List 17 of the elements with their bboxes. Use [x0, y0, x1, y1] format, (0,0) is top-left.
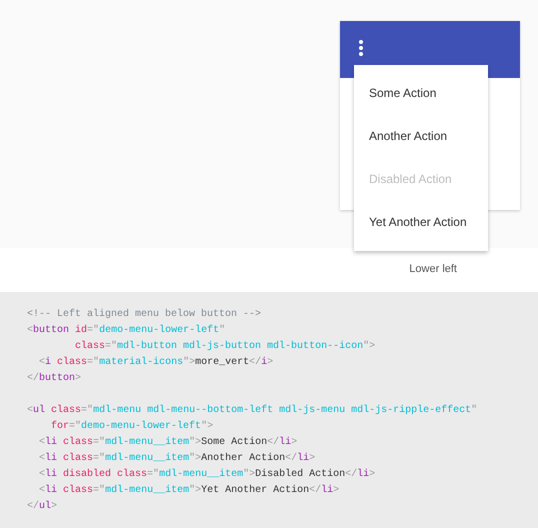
code-line: <ul class="mdl-menu mdl-menu--bottom-left mdl-js-menu mdl-js-ripple-effect" [27, 404, 478, 418]
code-line: <!-- Left aligned menu below button --> [27, 308, 262, 322]
code-line: <li class="mdl-menu__item">Some Action</li> [38, 436, 298, 450]
code-line: <button id="demo-menu-lower-left" [27, 324, 226, 338]
menu-item[interactable]: Yet Another Action [354, 201, 488, 244]
code-line: <li class="mdl-menu__item">Another Action</li> [38, 452, 316, 466]
caption: Lower left [409, 263, 457, 276]
code-line: <li class="mdl-menu__item">Yet Another Action</li> [38, 484, 340, 498]
menu-item[interactable]: Another Action [354, 115, 488, 158]
code-line: </ul> [27, 500, 58, 514]
code-line: class="mdl-button mdl-js-button mdl-button--icon"> [74, 340, 376, 354]
code-line: <li disabled class="mdl-menu__item">Disabled Action</li> [38, 468, 376, 482]
code-line: </button> [27, 372, 82, 386]
more-icon[interactable] [359, 40, 363, 56]
code-line: for="demo-menu-lower-left"> [50, 420, 214, 434]
menu-item[interactable]: Some Action [354, 72, 488, 115]
code-line: <i class="material-icons">more_vert</i> [38, 356, 274, 370]
